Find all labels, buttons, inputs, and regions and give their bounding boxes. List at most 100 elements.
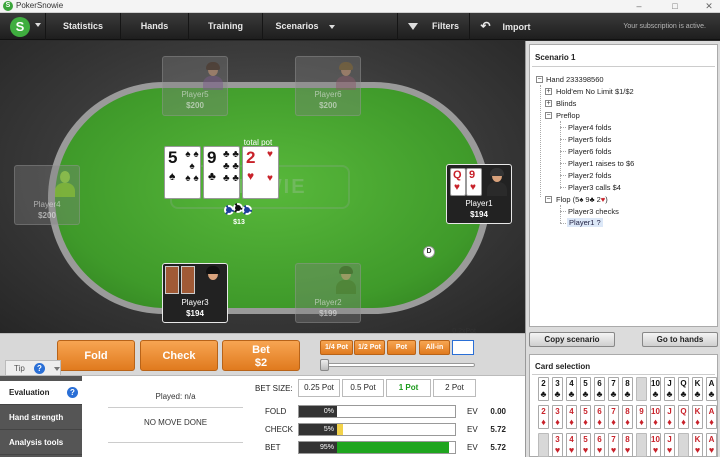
go-to-hands-button[interactable]: Go to hands xyxy=(642,332,718,347)
maximize-icon[interactable]: □ xyxy=(664,0,686,12)
tree-action[interactable]: Player3 calls $4 xyxy=(568,183,621,192)
bet-slider-thumb[interactable] xyxy=(320,359,329,371)
menu-training[interactable]: Training xyxy=(188,13,262,40)
card-select-4-2[interactable]: 4 ♥ xyxy=(566,433,577,457)
tree-action[interactable]: Player6 folds xyxy=(568,147,611,156)
fold-button[interactable]: Fold xyxy=(57,340,135,371)
expand-icon[interactable]: + xyxy=(545,88,552,95)
card-select-7-0[interactable]: 7 ♣ xyxy=(608,377,619,401)
tree-action[interactable]: Player1 raises to $6 xyxy=(568,159,634,168)
card-select-2-2[interactable] xyxy=(538,433,549,457)
card-select-Q-1[interactable]: Q ♦ xyxy=(678,405,689,429)
help-icon[interactable]: ? xyxy=(67,387,78,398)
card-select-9-2[interactable] xyxy=(636,433,647,457)
card-select-10-1[interactable]: 10 ♦ xyxy=(650,405,661,429)
tree-action[interactable]: Player3 checks xyxy=(568,207,619,216)
card-select-A-1[interactable]: A ♦ xyxy=(706,405,717,429)
card-select-2-1[interactable]: 2 ♦ xyxy=(538,405,549,429)
card-select-7-1[interactable]: 7 ♦ xyxy=(608,405,619,429)
card-select-Q-0[interactable]: Q ♣ xyxy=(678,377,689,401)
bet-size-tab[interactable]: 0.5 Pot xyxy=(342,379,384,397)
seat-player2[interactable]: Player2 $199 xyxy=(295,263,361,323)
card-select-5-2[interactable]: 5 ♥ xyxy=(580,433,591,457)
card-select-8-1[interactable]: 8 ♦ xyxy=(622,405,633,429)
card-select-A-0[interactable]: A ♣ xyxy=(706,377,717,401)
collapse-icon[interactable]: − xyxy=(545,112,552,119)
card-select-5-1[interactable]: 5 ♦ xyxy=(580,405,591,429)
tree-hand[interactable]: Hand 233398560 xyxy=(546,75,604,84)
card-select-6-0[interactable]: 6 ♣ xyxy=(594,377,605,401)
card-select-3-2[interactable]: 3 ♥ xyxy=(552,433,563,457)
check-button[interactable]: Check xyxy=(140,340,218,371)
card-select-K-2[interactable]: K ♥ xyxy=(692,433,703,457)
card-select-K-0[interactable]: K ♣ xyxy=(692,377,703,401)
pokersnowie-window: S PokerSnowie – □ ✕ S Statistics Hands T… xyxy=(0,0,720,457)
copy-scenario-button[interactable]: Copy scenario xyxy=(529,332,615,347)
menu-statistics[interactable]: Statistics xyxy=(45,13,120,40)
card-select-2-0[interactable]: 2 ♣ xyxy=(538,377,549,401)
card-select-3-0[interactable]: 3 ♣ xyxy=(552,377,563,401)
tab-analysis-tools[interactable]: Analysis tools xyxy=(0,431,82,455)
bet-size-tab[interactable]: 0.25 Pot xyxy=(298,379,340,397)
tree-preflop[interactable]: Preflop xyxy=(556,111,580,120)
bet-amount-input[interactable] xyxy=(452,340,474,355)
card-select-9-1[interactable]: 9 ♦ xyxy=(636,405,647,429)
card-suit-icon: ♦ xyxy=(555,417,560,427)
collapse-icon[interactable]: − xyxy=(536,76,543,83)
snowie-menu-logo[interactable]: S xyxy=(10,17,30,37)
import-button[interactable]: ↶ Import xyxy=(469,13,541,40)
tree-blinds[interactable]: Blinds xyxy=(556,99,576,108)
close-icon[interactable]: ✕ xyxy=(698,0,720,12)
card-select-10-2[interactable]: 10 ♥ xyxy=(650,433,661,457)
tree-action-selected[interactable]: Player1 ? xyxy=(567,218,603,227)
card-select-A-2[interactable]: A ♥ xyxy=(706,433,717,457)
expand-icon[interactable]: + xyxy=(545,100,552,107)
help-icon[interactable]: ? xyxy=(34,363,45,374)
tab-hand-strength[interactable]: Hand strength xyxy=(0,406,82,430)
tree-action[interactable]: Player5 folds xyxy=(568,135,611,144)
card-select-9-0[interactable] xyxy=(636,377,647,401)
card-select-J-2[interactable]: J ♥ xyxy=(664,433,675,457)
seat-player3[interactable]: Player3 $194 xyxy=(162,263,228,323)
card-select-8-0[interactable]: 8 ♣ xyxy=(622,377,633,401)
filters-button[interactable]: Filters xyxy=(397,13,469,40)
seat-player4[interactable]: Player4 $200 xyxy=(14,165,80,225)
bet-size-tab[interactable]: 2 Pot xyxy=(433,379,476,397)
bet-slider-track[interactable] xyxy=(320,363,475,367)
bet-size-tab-active[interactable]: 1 Pot xyxy=(386,379,431,397)
card-select-4-1[interactable]: 4 ♦ xyxy=(566,405,577,429)
tree-action[interactable]: Player2 folds xyxy=(568,171,611,180)
card-select-4-0[interactable]: 4 ♣ xyxy=(566,377,577,401)
collapse-icon[interactable]: − xyxy=(545,196,552,203)
card-select-K-1[interactable]: K ♦ xyxy=(692,405,703,429)
card-select-10-0[interactable]: 10 ♣ xyxy=(650,377,661,401)
card-select-5-0[interactable]: 5 ♣ xyxy=(580,377,591,401)
minimize-icon[interactable]: – xyxy=(628,0,650,12)
card-rank: Q xyxy=(680,407,687,416)
half-pot-button[interactable]: 1/2 Pot xyxy=(354,340,385,355)
all-in-button[interactable]: All-in xyxy=(419,340,450,355)
card-select-J-1[interactable]: J ♦ xyxy=(664,405,675,429)
tab-evaluation[interactable]: Evaluation ? xyxy=(0,381,82,405)
card-select-J-0[interactable]: J ♣ xyxy=(664,377,675,401)
card-select-6-2[interactable]: 6 ♥ xyxy=(594,433,605,457)
card-select-6-1[interactable]: 6 ♦ xyxy=(594,405,605,429)
pot-button[interactable]: Pot xyxy=(387,340,416,355)
card-select-3-1[interactable]: 3 ♦ xyxy=(552,405,563,429)
tip-tab[interactable]: Tip ? xyxy=(5,360,61,376)
tree-flop[interactable]: Flop (5♠ 9♣ 2♥) xyxy=(556,195,608,204)
card-rank: A xyxy=(708,379,715,388)
menu-scenarios[interactable]: Scenarios xyxy=(262,13,347,40)
seat-player1[interactable]: Q ♥ 9 ♥ Player1 $194 xyxy=(446,164,512,224)
bet-button[interactable]: Bet $2 xyxy=(222,340,300,371)
menu-hands[interactable]: Hands xyxy=(120,13,188,40)
tree-game[interactable]: Hold'em No Limit $1/$2 xyxy=(556,87,634,96)
seat-player5[interactable]: Player5 $200 xyxy=(162,56,228,116)
seat-player6[interactable]: Player6 $200 xyxy=(295,56,361,116)
card-select-Q-2[interactable] xyxy=(678,433,689,457)
tree-action[interactable]: Player4 folds xyxy=(568,123,611,132)
card-select-7-2[interactable]: 7 ♥ xyxy=(608,433,619,457)
chevron-down-icon[interactable] xyxy=(35,23,41,27)
quarter-pot-button[interactable]: 1/4 Pot xyxy=(320,340,353,355)
card-select-8-2[interactable]: 8 ♥ xyxy=(622,433,633,457)
